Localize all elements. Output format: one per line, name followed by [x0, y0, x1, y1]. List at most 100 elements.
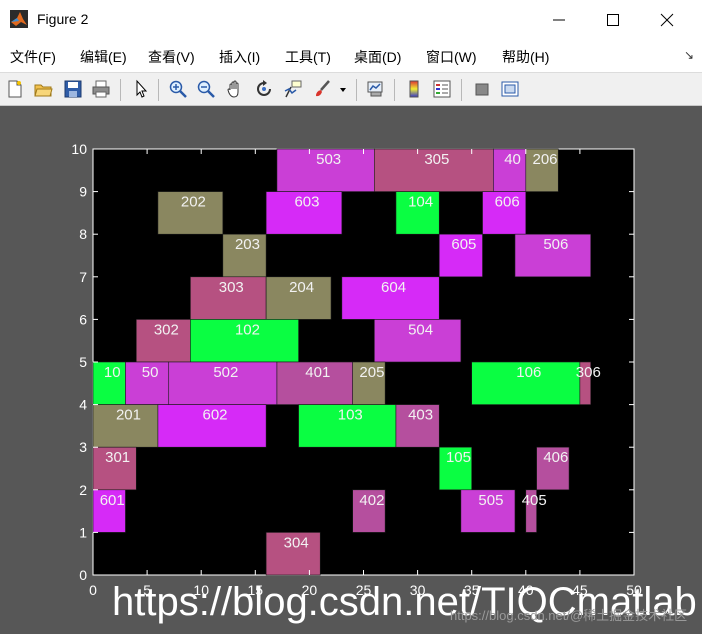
rotate-3d-icon [257, 80, 271, 96]
show-plot-tools-icon [501, 81, 519, 97]
y-tick-label: 9 [79, 184, 87, 200]
bar-label-504: 504 [408, 321, 433, 338]
bar-label-303: 303 [219, 279, 244, 296]
window-title: Figure 2 [37, 11, 89, 27]
close-icon [660, 13, 674, 27]
zoom-in-button[interactable] [166, 77, 190, 101]
menu-edit[interactable]: 编辑(E) [80, 47, 127, 67]
menu-window[interactable]: 窗口(W) [426, 47, 477, 67]
link-plot-button[interactable] [363, 77, 387, 101]
data-cursor-button[interactable] [281, 77, 305, 101]
minimize-icon [553, 19, 565, 21]
menu-view[interactable]: 查看(V) [148, 47, 195, 67]
brush-button[interactable] [310, 77, 334, 101]
y-tick-label: 1 [79, 524, 87, 540]
bar-label-502: 502 [213, 364, 238, 381]
bar-label-603: 603 [294, 194, 319, 211]
bar-label-602: 602 [203, 407, 228, 424]
y-tick-label: 10 [71, 141, 87, 157]
legend-button[interactable] [430, 77, 454, 101]
hide-plot-tools-button[interactable] [470, 77, 494, 101]
colorbar-icon [409, 80, 419, 98]
legend-icon [433, 80, 451, 98]
bar-label-203: 203 [235, 236, 260, 253]
dropdown-arrow-icon [340, 88, 346, 92]
data-cursor-icon [284, 80, 302, 98]
bar-label-102: 102 [235, 321, 260, 338]
watermark-small: https://blog.csdn.net/@稀土掘金技术社区 [450, 608, 688, 623]
menu-help[interactable]: 帮助(H) [502, 47, 549, 67]
bar-label-305: 305 [424, 151, 449, 168]
y-tick-label: 6 [79, 311, 87, 327]
link-plot-icon [367, 81, 383, 97]
x-tick-label: 0 [89, 582, 97, 598]
bar-label-10: 10 [104, 364, 121, 381]
open-file-button[interactable] [31, 77, 55, 101]
dock-arrow-icon[interactable]: ↘ [684, 48, 694, 62]
menu-bar: 文件(F) 编辑(E) 查看(V) 插入(I) 工具(T) 桌面(D) 窗口(W… [0, 40, 702, 72]
hide-plot-tools-icon [475, 83, 489, 96]
bar-label-506: 506 [543, 236, 568, 253]
menu-tools[interactable]: 工具(T) [285, 47, 331, 67]
zoom-out-icon [197, 80, 215, 98]
minimize-button[interactable] [532, 0, 586, 40]
menu-file[interactable]: 文件(F) [10, 47, 56, 67]
toolbar-separator [394, 79, 395, 101]
bar-label-606: 606 [495, 194, 520, 211]
bar-label-402: 402 [359, 492, 384, 509]
zoom-out-button[interactable] [194, 77, 218, 101]
menu-insert[interactable]: 插入(I) [219, 47, 260, 67]
print-icon [92, 80, 110, 98]
matlab-logo-icon [10, 10, 28, 28]
bar-label-206: 206 [533, 151, 558, 168]
bar-label-50: 50 [142, 364, 159, 381]
new-figure-icon [8, 80, 22, 98]
pan-icon [227, 80, 239, 98]
toolbar [0, 72, 702, 106]
y-tick-label: 2 [79, 482, 87, 498]
bar-label-201: 201 [116, 407, 141, 424]
save-button[interactable] [61, 77, 85, 101]
bar-label-104: 104 [408, 194, 433, 211]
pointer-button[interactable] [129, 77, 153, 101]
bar-label-205: 205 [359, 364, 384, 381]
toolbar-separator [461, 79, 462, 101]
rotate-3d-button[interactable] [252, 77, 276, 101]
toolbar-separator [158, 79, 159, 101]
y-tick-label: 4 [79, 397, 87, 413]
bar-label-403: 403 [408, 407, 433, 424]
bar-label-401: 401 [305, 364, 330, 381]
y-tick-label: 5 [79, 354, 87, 370]
new-figure-button[interactable] [3, 77, 27, 101]
print-button[interactable] [89, 77, 113, 101]
bar-label-505: 505 [478, 492, 503, 509]
y-tick-label: 3 [79, 439, 87, 455]
bar-label-604: 604 [381, 279, 406, 296]
pan-button[interactable] [223, 77, 247, 101]
bar-label-405: 405 [522, 492, 547, 509]
menu-desktop[interactable]: 桌面(D) [354, 47, 401, 67]
brush-icon [316, 80, 330, 97]
show-plot-tools-button[interactable] [498, 77, 522, 101]
bar-label-605: 605 [451, 236, 476, 253]
maximize-button[interactable] [586, 0, 640, 40]
bar-label-406: 406 [543, 449, 568, 466]
gantt-chart[interactable]: 503 305 40 206202 603 104 606203 605 506303 204 60… [0, 106, 702, 634]
bar-label-103: 103 [338, 407, 363, 424]
colorbar-button[interactable] [402, 77, 426, 101]
maximize-icon [607, 14, 619, 26]
bar-label-105: 105 [446, 449, 471, 466]
save-icon [64, 80, 82, 98]
y-tick-label: 0 [79, 567, 87, 583]
y-tick-label: 8 [79, 226, 87, 242]
bar-label-302: 302 [154, 321, 179, 338]
bar-label-304: 304 [284, 534, 309, 551]
y-tick-label: 7 [79, 269, 87, 285]
title-bar: Figure 2 [0, 0, 702, 40]
bar-label-306: 306 [576, 364, 601, 381]
bar-label-503: 503 [316, 151, 341, 168]
zoom-in-icon [169, 80, 187, 98]
brush-dropdown[interactable] [337, 77, 351, 101]
close-button[interactable] [640, 0, 694, 40]
bar-label-204: 204 [289, 279, 314, 296]
